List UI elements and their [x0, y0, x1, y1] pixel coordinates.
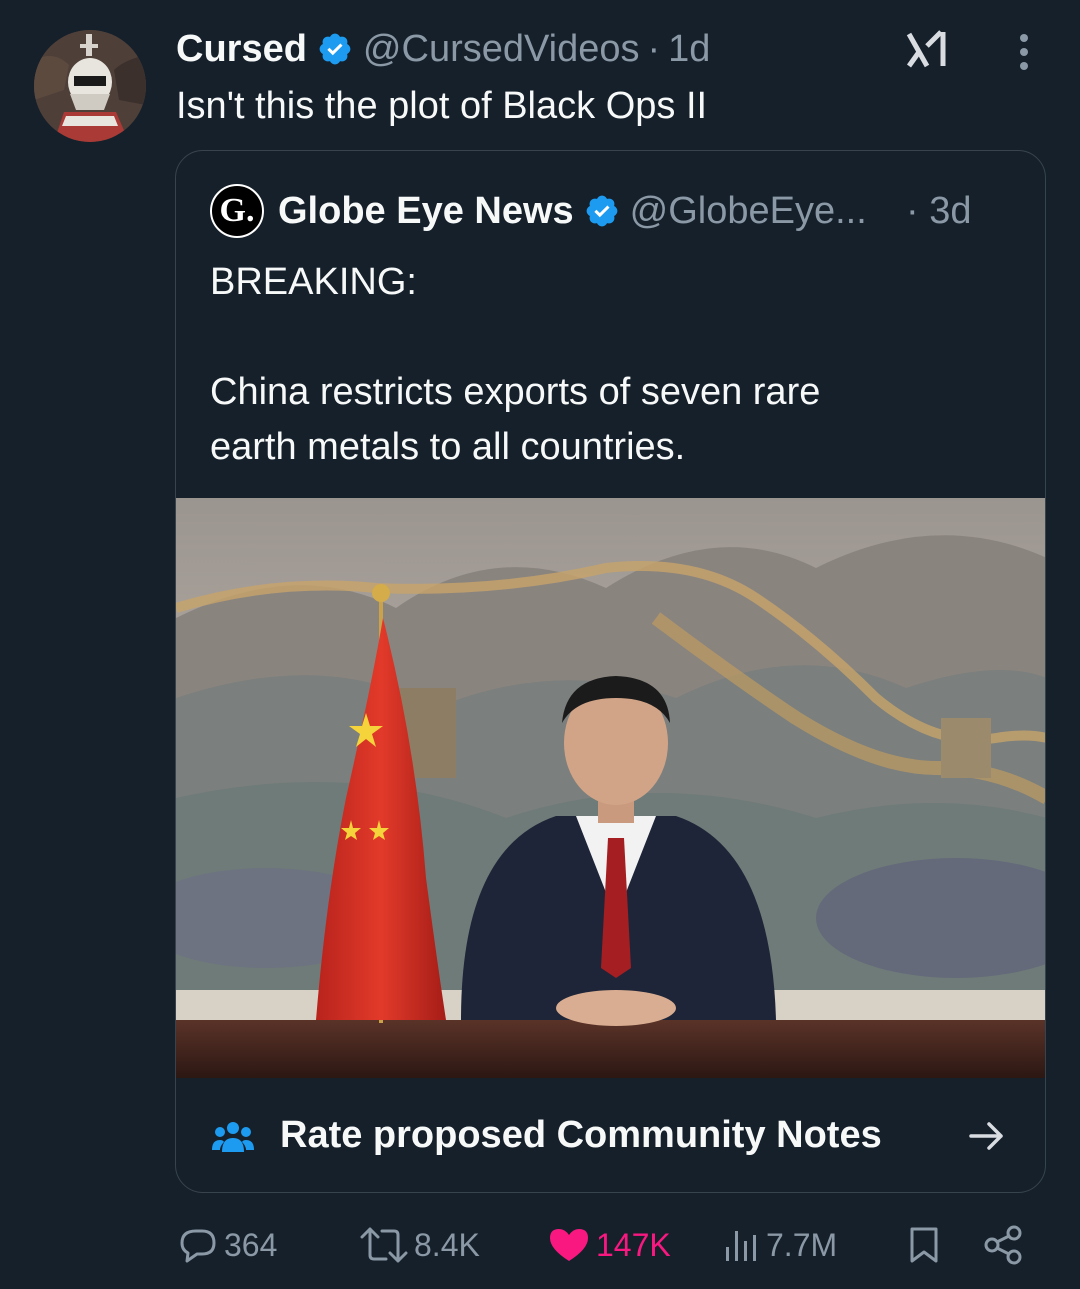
repost-count: 8.4K: [414, 1226, 480, 1263]
view-count: 7.7M: [766, 1226, 838, 1263]
bookmark-button[interactable]: [904, 1212, 948, 1278]
reply-icon: [180, 1229, 216, 1263]
armored-mask-avatar-image: [34, 30, 146, 142]
author-avatar[interactable]: [34, 30, 146, 142]
like-button[interactable]: 147K: [546, 1212, 671, 1278]
tweet-action-bar: 364 8.4K 147K 7.7M: [176, 1212, 1036, 1278]
author-name[interactable]: Cursed: [176, 28, 307, 71]
verified-badge-icon: [319, 33, 351, 65]
speech-photo-great-wall-backdrop: [176, 498, 1045, 1078]
quoted-tweet-image[interactable]: [176, 498, 1045, 1078]
share-button[interactable]: [982, 1212, 1030, 1278]
tweet-timestamp[interactable]: 1d: [668, 28, 710, 71]
bookmark-icon: [910, 1227, 938, 1263]
more-options-icon[interactable]: [1004, 30, 1044, 74]
community-notes-icon: [212, 1122, 254, 1152]
quoted-tweet-timestamp[interactable]: · 3d: [906, 185, 971, 237]
community-notes-row[interactable]: Rate proposed Community Notes: [176, 1078, 1045, 1192]
reply-count: 364: [224, 1226, 278, 1263]
community-notes-label: Rate proposed Community Notes: [280, 1114, 882, 1156]
views-button[interactable]: 7.7M: [722, 1212, 837, 1278]
repost-button[interactable]: 8.4K: [358, 1212, 480, 1278]
quoted-tweet-card[interactable]: G. Globe Eye News @GlobeEye... · 3d BREA…: [175, 150, 1046, 1193]
like-count: 147K: [596, 1226, 671, 1263]
repost-icon: [360, 1227, 408, 1263]
grok-icon[interactable]: [905, 28, 951, 70]
author-handle[interactable]: @CursedVideos: [363, 28, 640, 71]
quoted-tweet-text: BREAKING: China restricts exports of sev…: [210, 261, 821, 468]
views-bar-chart-icon: [726, 1231, 756, 1261]
share-icon: [984, 1225, 1022, 1265]
separator-dot: ·: [647, 27, 661, 70]
reply-button[interactable]: 364: [176, 1212, 277, 1278]
tweet-text: Isn't this the plot of Black Ops II: [176, 85, 708, 127]
heart-icon: [550, 1229, 588, 1261]
tweet-header: Cursed @CursedVideos · 1d: [176, 24, 710, 74]
arrow-right-icon: [969, 1122, 1003, 1150]
